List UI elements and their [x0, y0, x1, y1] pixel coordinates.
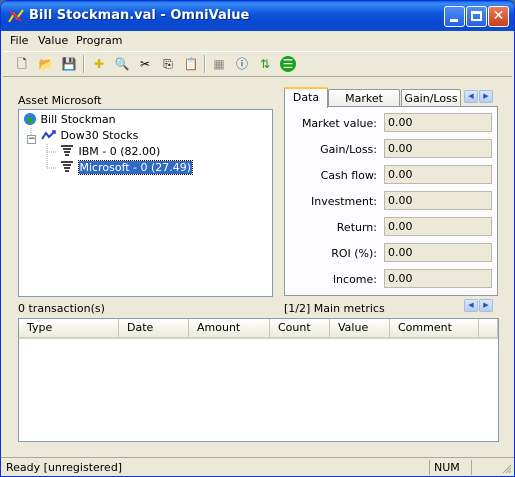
column-type[interactable]: Type	[19, 319, 119, 339]
refresh-icon[interactable]: ⇅	[257, 56, 273, 72]
prev-page-icon[interactable]: ◀	[464, 299, 478, 312]
status-bar: Ready [unregistered] NUM	[1, 457, 514, 476]
main-window: Bill Stockman.val - OmniValue ✕ File Val…	[0, 0, 515, 477]
metric-return: 0.00	[384, 217, 492, 236]
stock-icon	[61, 145, 73, 156]
chart-icon	[41, 130, 56, 140]
close-icon: ✕	[492, 8, 505, 24]
tab-data[interactable]: Data	[284, 87, 328, 108]
close-button[interactable]: ✕	[488, 6, 509, 27]
metrics-page-label: [1/2] Main metrics	[284, 302, 385, 315]
metric-cash-flow: 0.00	[384, 165, 492, 184]
app-icon	[8, 9, 24, 23]
metric-label: Income:	[332, 273, 377, 286]
info-icon[interactable]: ⓘ	[234, 56, 250, 72]
tree-node-label: Dow30 Stocks	[60, 129, 139, 142]
toolbar-separator	[204, 55, 206, 73]
column-filler	[479, 319, 498, 339]
metric-roi: 0.00	[384, 243, 492, 262]
metric-gain-loss: 0.00	[384, 139, 492, 158]
title-bar[interactable]: Bill Stockman.val - OmniValue ✕	[1, 1, 514, 31]
metric-investment: 0.00	[384, 191, 492, 210]
stock-icon	[61, 161, 73, 172]
tree-node-root[interactable]: Bill Stockman	[23, 112, 116, 128]
metric-label: Return:	[336, 221, 377, 234]
menu-file[interactable]: File	[10, 34, 28, 47]
metric-label: ROI (%):	[331, 247, 377, 260]
column-value[interactable]: Value	[330, 319, 390, 339]
open-icon[interactable]: 📂	[38, 56, 54, 72]
column-amount[interactable]: Amount	[189, 319, 270, 339]
column-date[interactable]: Date	[119, 319, 189, 339]
add-icon[interactable]: ✚	[91, 56, 107, 72]
find-icon[interactable]: 🔍	[114, 56, 130, 72]
cut-icon[interactable]: ✂	[137, 56, 153, 72]
toolbar: 🗋 📂 💾 ✚ 🔍 ✂ ⎘ 📋 ▦ ⓘ ⇅ ☰	[3, 51, 512, 77]
status-text: Ready [unregistered]	[6, 461, 123, 474]
transaction-count: 0 transaction(s)	[18, 302, 105, 315]
asset-label: Asset Microsoft	[18, 94, 102, 107]
tree-node-label: IBM - 0 (82.00)	[78, 145, 161, 158]
paste-icon[interactable]: 📋	[183, 56, 199, 72]
minimize-button[interactable]	[444, 6, 465, 27]
tab-scroll: ◀ ▶	[464, 90, 493, 103]
metrics-page-scroll: ◀ ▶	[464, 299, 493, 312]
transactions-list[interactable]: Type Date Amount Count Value Comment	[18, 318, 499, 442]
metric-label: Cash flow:	[320, 169, 377, 182]
resize-grip-icon[interactable]	[501, 463, 512, 474]
new-icon[interactable]: 🗋	[14, 56, 30, 72]
properties-icon[interactable]: ▦	[211, 56, 227, 72]
list-icon[interactable]: ☰	[280, 56, 296, 72]
metric-label: Gain/Loss:	[320, 143, 377, 156]
num-lock-indicator: NUM	[429, 460, 469, 475]
tree-node-ibm[interactable]: IBM - 0 (82.00)	[59, 144, 160, 160]
tree-node-label: Microsoft - 0 (27.49)	[77, 160, 194, 175]
menu-bar: File Value Program	[1, 31, 514, 50]
copy-icon[interactable]: ⎘	[160, 56, 176, 72]
tree-node-dow30[interactable]: Dow30 Stocks	[41, 128, 138, 144]
next-page-icon[interactable]: ▶	[479, 299, 493, 312]
save-icon[interactable]: 💾	[61, 56, 77, 72]
metric-income: 0.00	[384, 269, 492, 288]
asset-tree[interactable]: Bill Stockman − Dow30 Stocks IBM - 0 (82…	[18, 109, 273, 297]
tab-scroll-right-icon[interactable]: ▶	[479, 90, 493, 103]
column-comment[interactable]: Comment	[390, 319, 479, 339]
toolbar-separator	[83, 55, 85, 73]
window-title: Bill Stockman.val - OmniValue	[29, 8, 250, 23]
collapse-toggle[interactable]: −	[27, 135, 36, 144]
globe-icon	[24, 113, 36, 125]
column-count[interactable]: Count	[270, 319, 330, 339]
metric-market-value: 0.00	[384, 113, 492, 132]
maximize-button[interactable]	[466, 6, 487, 27]
tree-node-label: Bill Stockman	[40, 113, 116, 126]
menu-program[interactable]: Program	[76, 34, 122, 47]
metric-label: Investment:	[310, 195, 377, 208]
menu-value[interactable]: Value	[38, 34, 68, 47]
metric-label: Market value:	[301, 117, 377, 130]
tree-node-microsoft[interactable]: Microsoft - 0 (27.49)	[59, 160, 194, 176]
tab-scroll-left-icon[interactable]: ◀	[464, 90, 478, 103]
status-pane-empty	[471, 460, 501, 475]
